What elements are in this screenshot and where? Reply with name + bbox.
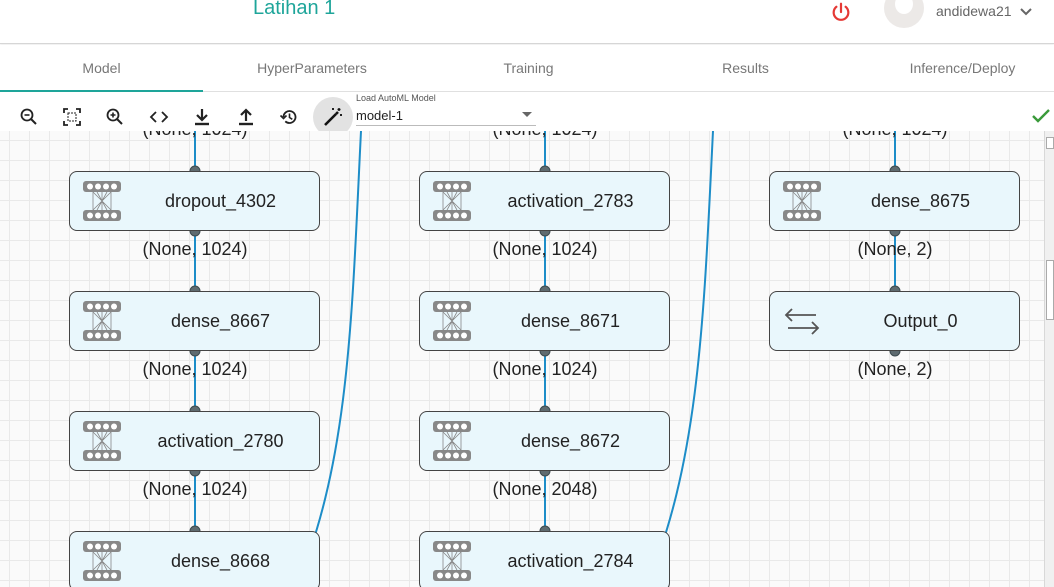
graph-node[interactable]: dense_8675	[769, 171, 1020, 231]
username[interactable]: andidewa21	[936, 3, 1012, 19]
output-shape-label: (None, 2048)	[492, 479, 598, 499]
node-label: dense_8667	[170, 311, 271, 331]
node-label: activation_2784	[507, 551, 634, 571]
node-label: dense_8671	[520, 311, 621, 331]
app-title: Latihan 1	[253, 0, 336, 19]
node-label: activation_2783	[507, 191, 634, 211]
graph-node[interactable]: Output_0	[769, 291, 1020, 351]
automl-select-value[interactable]: model-1	[356, 108, 403, 123]
vertical-scrollbar[interactable]	[1044, 131, 1054, 587]
output-shape-label: (None, 1024)	[492, 359, 598, 379]
zoom-in-icon[interactable]	[102, 104, 128, 130]
tab-bar: Model HyperParameters Training Results I…	[0, 45, 1054, 92]
layer-icon	[432, 541, 472, 581]
node-label: dense_8672	[520, 431, 621, 451]
output-shape-label: (None, 1024)	[142, 239, 248, 259]
node-label: activation_2780	[157, 431, 284, 451]
tab-results[interactable]: Results	[644, 45, 847, 92]
checkmark-icon	[1030, 105, 1052, 127]
graph-node[interactable]: dense_8668	[69, 531, 320, 587]
layer-icon	[82, 301, 122, 341]
tab-inference-deploy[interactable]: Inference/Deploy	[861, 45, 1054, 92]
layer-icon	[432, 301, 472, 341]
automl-select-label: Load AutoML Model	[356, 93, 436, 103]
output-shape-label: (None, 1024)	[142, 359, 248, 379]
model-canvas[interactable]: (None, 1024) dropout_4302 (None, 1024) dens…	[0, 131, 1044, 587]
top-bar: Latihan 1 andidewa21	[0, 0, 1054, 44]
node-label: Output_0	[883, 311, 958, 331]
output-shape-label: (None, 1024)	[85, 131, 305, 140]
output-shape-label: (None, 2)	[857, 359, 933, 379]
graph-node[interactable]: activation_2780	[69, 411, 320, 471]
layer-icon	[782, 181, 822, 221]
graph-node[interactable]: dense_8671	[419, 291, 670, 351]
scrollbar-thumb[interactable]	[1046, 260, 1054, 320]
chevron-down-icon[interactable]	[1019, 4, 1033, 18]
history-icon[interactable]	[276, 104, 302, 130]
avatar[interactable]	[884, 0, 924, 28]
download-icon[interactable]	[189, 104, 215, 130]
tab-model[interactable]: Model	[0, 45, 203, 92]
output-shape-label: (None, 1024)	[142, 479, 248, 499]
output-shape-label: (None, 1024)	[785, 131, 1005, 140]
layer-icon	[82, 421, 122, 461]
node-label: dense_8668	[170, 551, 271, 571]
node-label: dropout_4302	[164, 191, 277, 211]
code-icon[interactable]	[146, 104, 172, 130]
graph-node[interactable]: dense_8667	[69, 291, 320, 351]
zoom-out-icon[interactable]	[16, 104, 42, 130]
graph-node[interactable]: activation_2784	[419, 531, 670, 587]
output-shape-label: (None, 1024)	[435, 131, 655, 140]
node-label: dense_8675	[870, 191, 971, 211]
swap-arrows-icon	[782, 301, 822, 341]
dropdown-arrow-icon[interactable]	[522, 112, 532, 117]
output-shape-label: (None, 2)	[857, 239, 933, 259]
layer-icon	[82, 181, 122, 221]
graph-node[interactable]: activation_2783	[419, 171, 670, 231]
automl-model-select[interactable]: Load AutoML Model model-1	[356, 93, 536, 126]
tab-training[interactable]: Training	[427, 45, 630, 92]
layer-icon	[432, 181, 472, 221]
graph-node[interactable]: dense_8672	[419, 411, 670, 471]
scroll-up-arrow[interactable]	[1046, 137, 1054, 149]
fit-screen-icon[interactable]	[59, 104, 85, 130]
layer-icon	[432, 421, 472, 461]
output-shape-label: (None, 1024)	[492, 239, 598, 259]
tab-hyperparameters[interactable]: HyperParameters	[210, 45, 414, 92]
upload-icon[interactable]	[233, 104, 259, 130]
graph-node[interactable]: dropout_4302	[69, 171, 320, 231]
layer-icon	[82, 541, 122, 581]
power-icon[interactable]	[830, 1, 852, 23]
